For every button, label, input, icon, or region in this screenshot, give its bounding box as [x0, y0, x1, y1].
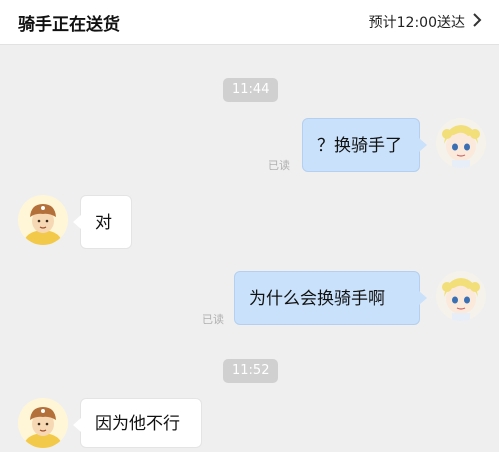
incoming-message[interactable]: 因为他不行: [73, 398, 202, 448]
chat-header: 骑手正在送货 预计12:00送达: [0, 0, 499, 45]
user-avatar[interactable]: [436, 118, 486, 168]
timestamp-chip: 11:44: [223, 78, 279, 102]
user-avatar[interactable]: [436, 271, 486, 321]
delivery-eta[interactable]: 预计12:00送达: [369, 12, 465, 32]
anime-girl-avatar-icon: [436, 118, 486, 168]
rider-avatar[interactable]: [18, 398, 68, 448]
outgoing-message[interactable]: ？换骑手了: [302, 118, 427, 172]
timestamp-chip: 11:52: [223, 359, 279, 383]
delivery-rider-avatar-icon: [18, 195, 68, 245]
read-status: 已读: [268, 159, 290, 172]
incoming-message[interactable]: 对: [73, 195, 132, 249]
outgoing-message[interactable]: 为什么会换骑手啊: [234, 271, 427, 325]
chevron-right-icon[interactable]: [472, 12, 482, 28]
anime-girl-avatar-icon: [436, 271, 486, 321]
page-title: 骑手正在送货: [18, 15, 120, 35]
rider-avatar[interactable]: [18, 195, 68, 245]
delivery-rider-avatar-icon: [18, 398, 68, 448]
read-status: 已读: [202, 313, 224, 326]
